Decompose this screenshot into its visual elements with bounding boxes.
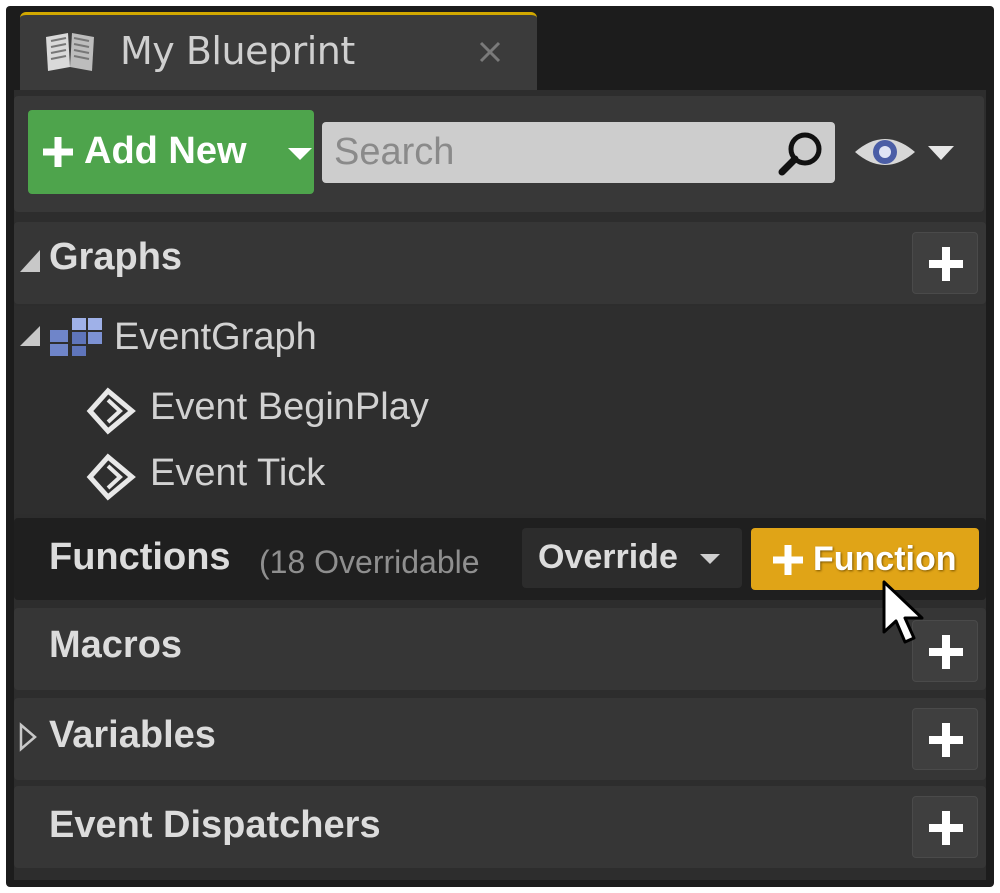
event-node-icon [86, 453, 136, 501]
tree-item-event-tick[interactable]: Event Tick [150, 452, 325, 495]
macros-section-header[interactable]: Macros [14, 608, 986, 690]
event-graph-icon [50, 318, 102, 356]
plus-icon [43, 137, 73, 167]
chevron-down-icon [288, 148, 312, 160]
collapsed-arrow-icon[interactable] [18, 722, 38, 752]
chevron-down-icon [700, 554, 720, 564]
add-new-button[interactable]: Add New [28, 110, 314, 194]
graphs-section-header[interactable]: Graphs [14, 222, 986, 304]
plus-icon [773, 545, 803, 575]
plus-icon [929, 247, 963, 281]
plus-icon [929, 723, 963, 757]
plus-icon [929, 811, 963, 845]
mouse-cursor-icon [882, 580, 924, 644]
functions-title: Functions [49, 536, 231, 578]
graphs-title: Graphs [49, 236, 183, 278]
eye-icon[interactable] [852, 132, 918, 172]
tree-item-eventgraph[interactable]: EventGraph [114, 316, 317, 359]
add-graph-button[interactable] [912, 232, 978, 294]
overridable-count: (18 Overridable [259, 544, 480, 580]
search-box[interactable] [322, 122, 835, 183]
book-icon [46, 33, 94, 71]
plus-icon [929, 635, 963, 669]
add-event-dispatcher-button[interactable] [912, 796, 978, 858]
variables-section-header[interactable]: Variables [14, 698, 986, 780]
search-icon[interactable] [777, 130, 825, 178]
event-dispatchers-section-header[interactable]: Event Dispatchers [14, 786, 986, 868]
override-button[interactable]: Override [522, 528, 742, 588]
add-variable-button[interactable] [912, 708, 978, 770]
variables-title: Variables [49, 714, 216, 756]
search-input[interactable] [332, 126, 766, 178]
override-label: Override [538, 538, 678, 576]
close-icon[interactable] [475, 37, 505, 67]
add-new-label: Add New [84, 130, 247, 172]
expanded-arrow-icon[interactable] [18, 246, 42, 276]
my-blueprint-tab[interactable]: My Blueprint [20, 12, 537, 90]
event-dispatchers-title: Event Dispatchers [49, 804, 381, 846]
add-function-button[interactable]: Function [751, 528, 979, 590]
chevron-down-icon[interactable] [926, 144, 956, 162]
function-label: Function [813, 540, 957, 578]
macros-title: Macros [49, 624, 183, 666]
tree-item-event-beginplay[interactable]: Event BeginPlay [150, 386, 429, 429]
event-node-icon [86, 387, 136, 435]
tab-title: My Blueprint [120, 29, 355, 73]
expanded-arrow-icon[interactable] [18, 322, 42, 350]
